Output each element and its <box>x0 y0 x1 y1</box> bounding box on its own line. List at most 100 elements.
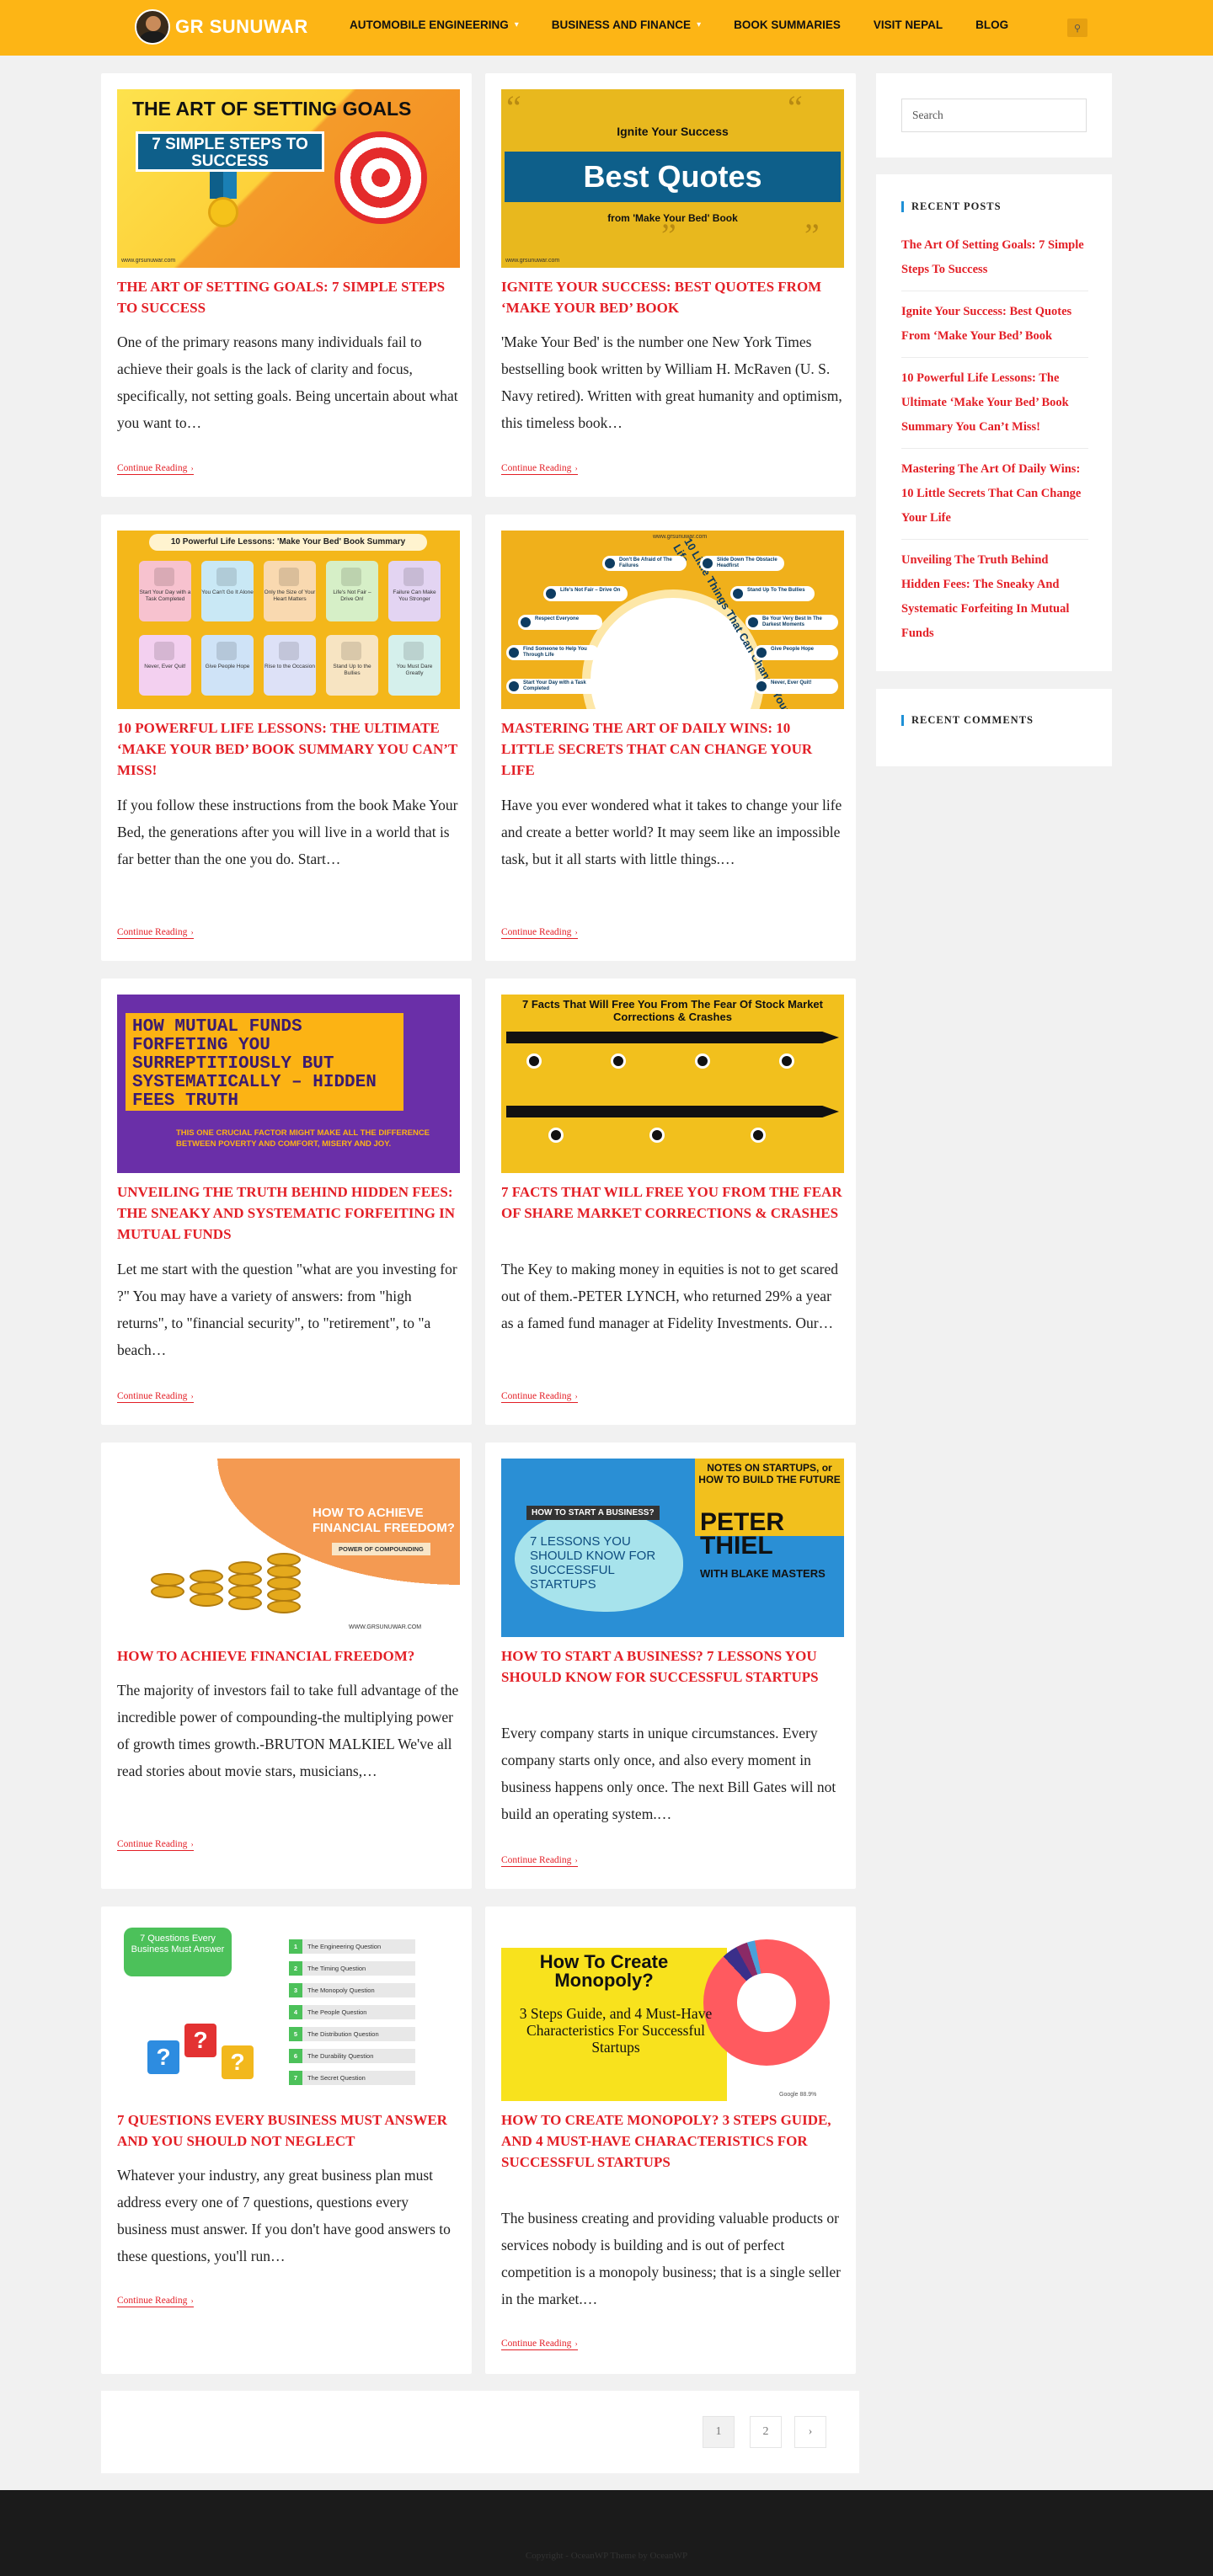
continue-reading-link[interactable]: Continue Reading › <box>117 1839 194 1851</box>
widget-title: RECENT POSTS <box>901 200 1002 213</box>
post-excerpt: The business creating and providing valu… <box>501 2210 841 2307</box>
continue-reading-label: Continue Reading <box>117 1391 188 1401</box>
continue-reading-link[interactable]: Continue Reading › <box>117 927 194 939</box>
post-title[interactable]: IGNITE YOUR SUCCESS: BEST QUOTES FROM ‘M… <box>501 276 844 318</box>
thumb-author: PETER THIEL <box>700 1508 785 1560</box>
post-thumbnail[interactable]: 10 Powerful Life Lessons: 'Make Your Bed… <box>117 531 460 709</box>
post-title[interactable]: 7 QUESTIONS EVERY BUSINESS MUST ANSWER A… <box>117 2109 460 2152</box>
post-thumbnail[interactable]: www.grsunuwar.com 10 Little Things That … <box>501 531 844 709</box>
post-thumbnail[interactable]: THE ART OF SETTING GOALS 7 SIMPLE STEPS … <box>117 89 460 268</box>
continue-reading-link[interactable]: Continue Reading › <box>117 1391 194 1403</box>
continue-reading-link[interactable]: Continue Reading › <box>501 463 578 475</box>
recent-post-link[interactable]: 10 Powerful Life Lessons: The Ultimate ‘… <box>901 358 1088 449</box>
site-logo[interactable]: GR SUNUWAR <box>135 9 308 45</box>
search-icon[interactable]: ⚲ <box>1067 19 1087 37</box>
lesson-box: Never, Ever Quit! <box>139 635 191 696</box>
thumb-url: www.grsunuwar.com <box>121 258 176 264</box>
question-number: 6 <box>289 2049 302 2063</box>
post-thumbnail[interactable]: HOW TO ACHIEVE FINANCIAL FREEDOM? POWER … <box>117 1459 460 1637</box>
recent-post-link[interactable]: Unveiling The Truth Behind Hidden Fees: … <box>901 540 1088 654</box>
question-label: The Durability Question <box>307 2052 374 2060</box>
recent-post-link[interactable]: The Art Of Setting Goals: 7 Simple Steps… <box>901 225 1088 291</box>
page-2-button[interactable]: 2 <box>750 2416 782 2448</box>
continue-reading-label: Continue Reading <box>501 463 572 473</box>
post-title[interactable]: HOW TO ACHIEVE FINANCIAL FREEDOM? <box>117 1645 460 1667</box>
question-label: The Distribution Question <box>307 2030 379 2038</box>
continue-reading-link[interactable]: Continue Reading › <box>501 1855 578 1867</box>
post-excerpt: Let me start with the question "what are… <box>117 1261 457 1358</box>
continue-reading-link[interactable]: Continue Reading › <box>117 463 194 475</box>
quote-mark-icon: “ <box>788 89 803 126</box>
thumb-pill: Start Your Day with a Task Completed <box>506 679 607 694</box>
thumb-heading: HOW TO ACHIEVE FINANCIAL FREEDOM? <box>313 1506 455 1535</box>
question-number: 3 <box>289 1983 302 1997</box>
question-label: The People Question <box>307 2008 367 2016</box>
continue-reading-link[interactable]: Continue Reading › <box>501 927 578 939</box>
next-page-button[interactable]: › <box>794 2416 826 2448</box>
fact-dot-icon <box>548 1128 564 1143</box>
post-title[interactable]: THE ART OF SETTING GOALS: 7 SIMPLE STEPS… <box>117 276 460 318</box>
thumb-pill: Give People Hope <box>754 645 838 660</box>
lesson-box: Stand Up to the Bullies <box>326 635 378 696</box>
post-thumbnail[interactable]: “ “ ” ” Ignite Your Success Best Quotes … <box>501 89 844 268</box>
post-title[interactable]: 10 POWERFUL LIFE LESSONS: THE ULTIMATE ‘… <box>117 717 460 781</box>
post-excerpt: Every company starts in unique circumsta… <box>501 1725 836 1822</box>
coin-icon <box>190 1570 223 1583</box>
post-thumbnail[interactable]: HOW MUTUAL FUNDS FORFETING YOU SURREPTIT… <box>117 995 460 1173</box>
arrow-right-icon: › <box>573 1856 578 1864</box>
post-title[interactable]: HOW TO CREATE MONOPOLY? 3 STEPS GUIDE, A… <box>501 2109 844 2173</box>
recent-post-link[interactable]: Ignite Your Success: Best Quotes From ‘M… <box>901 291 1088 358</box>
post-thumbnail[interactable]: 7 Facts That Will Free You From The Fear… <box>501 995 844 1173</box>
nav-item-book-summaries[interactable]: BOOK SUMMARIES <box>734 19 841 31</box>
thumb-pill: Find Someone to Help You Through Life <box>506 645 599 660</box>
thumb-heading: How To Create Monopoly? <box>539 1951 669 1991</box>
coin-icon <box>228 1561 262 1575</box>
post-thumbnail[interactable]: NOTES ON STARTUPS, or HOW TO BUILD THE F… <box>501 1459 844 1637</box>
thumb-line2: from 'Make Your Bed' Book <box>607 212 738 224</box>
coin-icon <box>151 1573 184 1587</box>
search-input[interactable]: Search <box>901 99 1087 132</box>
page-1-button[interactable]: 1 <box>703 2416 735 2448</box>
post-excerpt: The Key to making money in equities is n… <box>501 1261 838 1331</box>
post-title[interactable]: MASTERING THE ART OF DAILY WINS: 10 LITT… <box>501 717 844 781</box>
post-title[interactable]: UNVEILING THE TRUTH BEHIND HIDDEN FEES: … <box>117 1181 460 1245</box>
thumb-url: www.grsunuwar.com <box>505 258 560 264</box>
nav-item-business-and-finance[interactable]: BUSINESS AND FINANCE ▾ <box>552 19 701 31</box>
continue-reading-label: Continue Reading <box>501 2339 572 2349</box>
nav-item-automobile-engineering[interactable]: AUTOMOBILE ENGINEERING ▾ <box>350 19 519 31</box>
continue-reading-label: Continue Reading <box>501 927 572 937</box>
timeline-bar <box>506 1032 839 1043</box>
post-thumbnail[interactable]: How To Create Monopoly? 3 Steps Guide, a… <box>501 1923 844 2101</box>
continue-reading-label: Continue Reading <box>501 1391 572 1401</box>
post-card: NOTES ON STARTUPS, or HOW TO BUILD THE F… <box>485 1443 856 1889</box>
post-card: 7 Questions Every Business Must Answer ?… <box>101 1907 472 2374</box>
arrow-right-icon: › <box>189 1840 194 1848</box>
thumb-pill: Never, Ever Quit! <box>754 679 838 694</box>
thumb-heading: 10 Powerful Life Lessons: 'Make Your Bed… <box>149 534 427 551</box>
post-thumbnail[interactable]: 7 Questions Every Business Must Answer ?… <box>117 1923 460 2101</box>
coin-icon <box>228 1597 262 1610</box>
question-label: The Engineering Question <box>307 1943 382 1950</box>
continue-reading-link[interactable]: Continue Reading › <box>501 1391 578 1403</box>
thumb-lessons: 7 LESSONS YOU SHOULD KNOW FOR SUCCESSFUL… <box>530 1534 656 1592</box>
thumb-heading-box: HOW MUTUAL FUNDS FORFETING YOU SURREPTIT… <box>126 1013 403 1111</box>
nav-label: VISIT NEPAL <box>873 19 943 31</box>
nav-label: AUTOMOBILE ENGINEERING <box>350 19 509 31</box>
post-title[interactable]: HOW TO START A BUSINESS? 7 LESSONS YOU S… <box>501 1645 844 1688</box>
nav-item-visit-nepal[interactable]: VISIT NEPAL <box>874 19 943 31</box>
nav-item-blog[interactable]: BLOG <box>975 19 1008 31</box>
continue-reading-link[interactable]: Continue Reading › <box>501 2339 578 2350</box>
coin-icon <box>267 1565 301 1578</box>
nav-label: BOOK SUMMARIES <box>734 19 841 31</box>
post-title[interactable]: 7 FACTS THAT WILL FREE YOU FROM THE FEAR… <box>501 1181 844 1224</box>
question-row: 6 The Durability Question <box>289 2049 415 2063</box>
continue-reading-link[interactable]: Continue Reading › <box>117 2296 194 2307</box>
recent-post-link[interactable]: Mastering The Art Of Daily Wins: 10 Litt… <box>901 449 1088 540</box>
chevron-down-icon: ▾ <box>697 20 702 29</box>
thumb-pill: Be Your Very Best In The Darkest Moments <box>745 615 838 630</box>
question-number: 2 <box>289 1961 302 1976</box>
coin-icon <box>151 1585 184 1598</box>
widget-title: RECENT COMMENTS <box>901 714 1034 727</box>
donut-chart-icon <box>703 1939 830 2066</box>
question-label: The Monopoly Question <box>307 1987 375 1994</box>
